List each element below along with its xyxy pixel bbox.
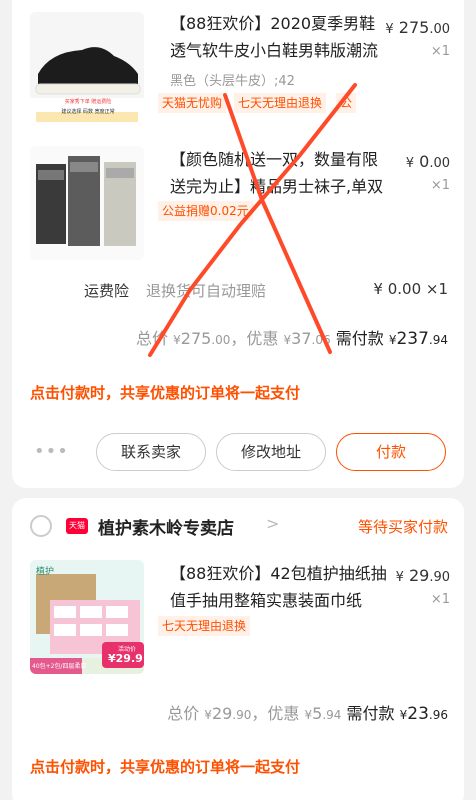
product-price-socks: ¥ 0.00 <box>405 152 450 171</box>
thumb-promo-price: ¥29.9 <box>108 652 143 665</box>
shared-discount-note: 点击付款时，共享优惠的订单将一起支付 <box>30 384 301 402</box>
chevron-right-icon[interactable]: > <box>266 514 279 533</box>
shipping-insurance-price: ¥ 0.00 ×1 <box>373 280 448 298</box>
amount-due-value: 237 <box>396 329 429 349</box>
modify-address-button[interactable]: 修改地址 <box>216 433 326 471</box>
shipping-insurance-row: 运费险 退换货可自动理赔 ¥ 0.00 ×1 <box>12 280 464 304</box>
order-actions: ••• 联系卖家 修改地址 付款 <box>12 433 464 471</box>
tag-tmall-worryfree: 天猫无忧购 <box>158 93 227 113</box>
product-thumbnail-socks[interactable] <box>30 146 144 260</box>
shared-discount-note-2: 点击付款时，共享优惠的订单将一起支付 <box>30 758 301 776</box>
product-qty-socks: ×1 <box>430 178 450 193</box>
thumb-brand-label: 植护 <box>36 567 55 577</box>
thumb-caption-1: 买家秀下单 赠运费险 <box>64 99 112 105</box>
product-price-shoe: ¥ 275.00 <box>385 18 450 37</box>
select-order-radio[interactable] <box>30 515 52 537</box>
product-price-tissue: ¥ 29.90 <box>395 566 450 585</box>
order-list-page: 买家秀下单 赠运费险 建议选择 码数 宽度正常 【88狂欢价】2020夏季男鞋透… <box>0 0 476 800</box>
order-card-2: 天猫 植护素木岭专卖店 > 等待买家付款 植护 40包+2包/四层柔厚 活动价 <box>12 498 464 800</box>
order-card-1: 买家秀下单 赠运费险 建议选择 码数 宽度正常 【88狂欢价】2020夏季男鞋透… <box>12 0 464 488</box>
tag-charity-donation: 公益捐赠0.02元 <box>158 201 253 221</box>
tag-seven-day-return-2: 七天无理由退换 <box>158 616 251 636</box>
shop-name[interactable]: 植护素木岭专卖店 <box>98 514 234 539</box>
tag-seven-day-return: 七天无理由退换 <box>234 93 327 113</box>
order-status: 等待买家付款 <box>357 518 448 536</box>
product-qty-shoe: ×1 <box>430 44 450 59</box>
tmall-badge-icon: 天猫 <box>66 518 88 534</box>
amount-due-label-2: 需付款 <box>346 704 395 723</box>
more-options-icon[interactable]: ••• <box>34 441 69 462</box>
product-title-socks[interactable]: 【颜色随机送一双，数量有限送完为止】精品男士袜子,单双装 <box>170 146 388 200</box>
amount-due-value-2: 23 <box>407 704 429 724</box>
amount-due-label: 需付款 <box>335 329 384 348</box>
product-title-tissue[interactable]: 【88狂欢价】42包植护抽纸抽值手抽用整箱实惠装面巾纸 <box>170 560 388 614</box>
order-total-summary: 总价 ¥275.00，优惠 ¥37.06 需付款 ¥237.94 <box>136 329 448 349</box>
product-spec-shoe: 黑色（头层牛皮）;42 <box>170 74 295 89</box>
tag-charity: 公 <box>336 93 357 113</box>
pay-button[interactable]: 付款 <box>336 433 446 471</box>
product-title-shoe[interactable]: 【88狂欢价】2020夏季男鞋透气软牛皮小白鞋男韩版潮流百搭 <box>170 10 388 64</box>
order-total-summary-2: 总价 ¥29.90，优惠 ¥5.94 需付款 ¥23.96 <box>167 704 448 724</box>
contact-seller-button[interactable]: 联系卖家 <box>96 433 206 471</box>
shipping-insurance-label: 运费险 <box>84 282 130 300</box>
product-qty-tissue: ×1 <box>430 592 450 607</box>
thumb-promo-strip: 40包+2包/四层柔厚 <box>32 663 87 670</box>
thumb-caption-2: 建议选择 码数 宽度正常 <box>61 109 115 115</box>
shipping-insurance-desc: 退换货可自动理赔 <box>146 282 267 300</box>
